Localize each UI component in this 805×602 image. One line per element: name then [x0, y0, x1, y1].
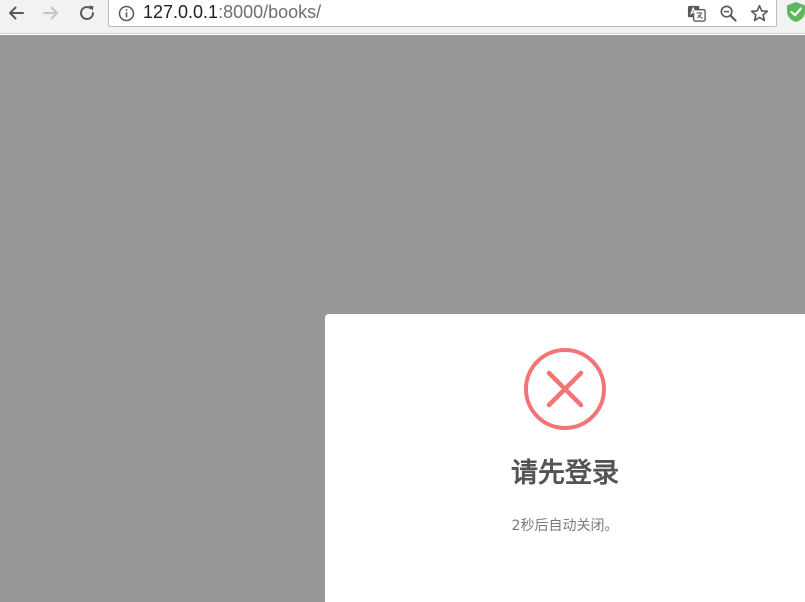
arrow-right-icon	[43, 6, 58, 20]
shield-check-icon[interactable]	[786, 1, 805, 23]
dialog-title: 请先登录	[511, 458, 619, 489]
zoom-out-icon	[720, 5, 737, 22]
error-x-icon	[524, 348, 606, 430]
page-content: 请先登录 2秒后自动关闭。	[0, 35, 805, 602]
url-host: 127.0.0.1	[143, 2, 219, 22]
reload-button[interactable]	[74, 1, 100, 25]
address-bar[interactable]: 127.0.0.1:8000/books/	[108, 0, 777, 27]
url-path: :8000/books/	[218, 2, 322, 22]
translate-button[interactable]	[686, 3, 706, 23]
translate-icon	[687, 5, 706, 22]
star-icon	[750, 4, 768, 21]
reload-icon	[80, 5, 94, 20]
zoom-button[interactable]	[718, 3, 738, 23]
bookmark-button[interactable]	[749, 3, 769, 23]
dialog-message: 2秒后自动关闭。	[511, 518, 619, 534]
browser-toolbar: 127.0.0.1:8000/books/	[0, 0, 805, 34]
forward-button[interactable]	[38, 1, 64, 25]
info-icon[interactable]	[118, 5, 135, 22]
url-text[interactable]: 127.0.0.1:8000/books/	[143, 2, 321, 23]
alert-dialog: 请先登录 2秒后自动关闭。	[325, 314, 805, 602]
back-button[interactable]	[3, 1, 29, 25]
arrow-left-icon	[9, 6, 24, 20]
